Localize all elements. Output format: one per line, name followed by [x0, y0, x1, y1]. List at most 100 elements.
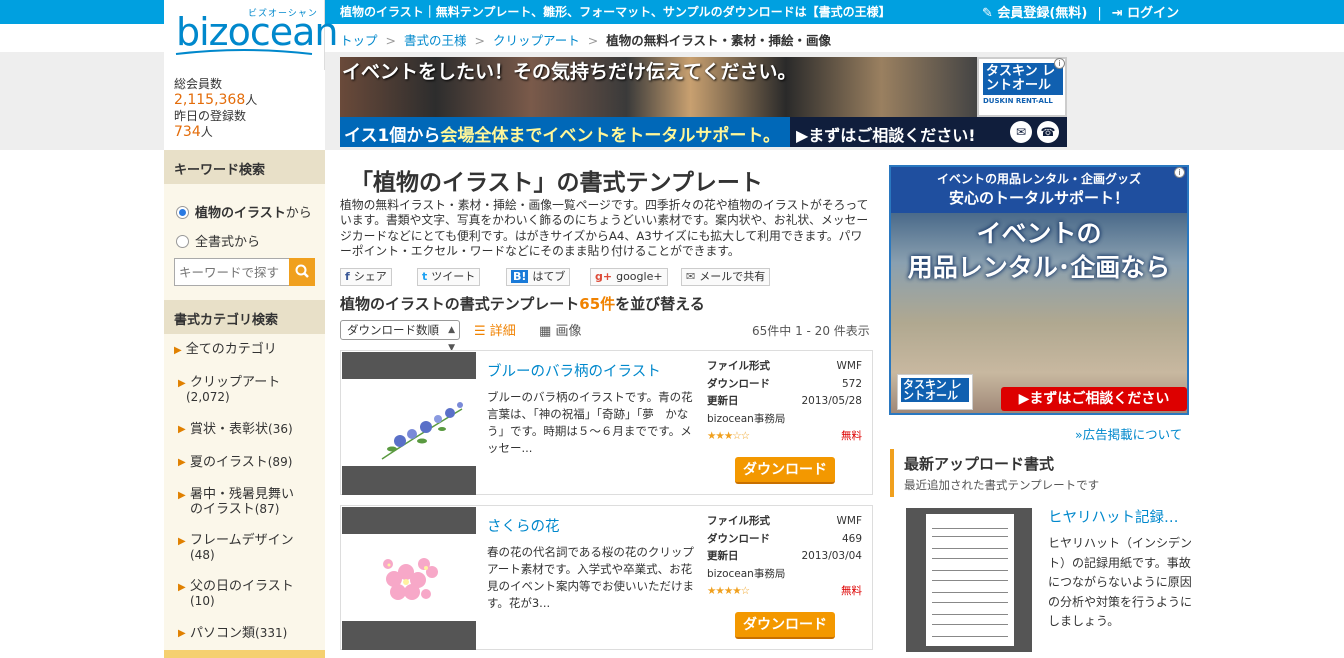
template-card: さくらの花 春の花の代名詞である桜の花のクリップアート素材です。入学式や卒業式、… — [340, 505, 873, 650]
hatena-icon: B! — [511, 270, 529, 283]
share-facebook-button[interactable]: f シェア — [340, 268, 392, 286]
phone-icon: ☎ — [1037, 121, 1059, 143]
arrow-right-icon: ▶ — [178, 490, 186, 501]
search-icon — [295, 264, 309, 278]
login-link[interactable]: ⇥ ログイン — [1112, 6, 1179, 21]
arrow-right-icon: ▶ — [178, 378, 186, 389]
mail-icon: ✉ — [686, 270, 696, 283]
mail-icon: ✉ — [1010, 121, 1032, 143]
latest-subtitle: 最近追加された書式テンプレートです — [904, 478, 1100, 492]
radio-checked-icon — [176, 206, 189, 219]
banner-bar: イス1個から会場全体までイベントをトータルサポート。 — [340, 117, 790, 147]
register-link[interactable]: ✎ 会員登録(無料) — [982, 6, 1087, 21]
share-hatena-button[interactable]: B! はてブ — [506, 268, 571, 286]
site-logo[interactable]: ビズオーシャン bizocean — [164, 0, 339, 70]
auth-separator: | — [1097, 6, 1102, 21]
result-count: 65件 — [579, 295, 616, 313]
radio-all[interactable]: 全書式から — [176, 231, 260, 250]
google-plus-icon: g+ — [595, 270, 613, 283]
arrow-right-icon: ▶ — [178, 457, 186, 468]
download-count: 572 — [841, 377, 862, 390]
share-google-button[interactable]: g+ google+ — [590, 268, 668, 286]
yesterday-value: 734 — [174, 124, 201, 140]
grid-icon: ▦ — [539, 324, 552, 339]
file-format: WMF — [836, 515, 862, 527]
arrow-right-icon: ▶ — [174, 345, 182, 356]
total-unit: 人 — [245, 93, 258, 107]
arrow-right-icon: ▶ — [178, 582, 186, 593]
category-summer[interactable]: ▶ 夏のイラスト(89) — [176, 455, 326, 470]
ad-info-link[interactable]: »広告掲載について — [1075, 424, 1182, 443]
page-title: 「植物のイラスト」の書式テンプレート — [350, 170, 763, 196]
search-button[interactable] — [289, 258, 315, 286]
download-button[interactable]: ダウンロード — [735, 457, 835, 484]
author: bizocean事務局 — [707, 567, 786, 580]
category-search-head: 書式カテゴリ検索 — [164, 300, 325, 334]
auth-links: ✎ 会員登録(無料) | ⇥ ログイン — [982, 2, 1179, 21]
share-mail-button[interactable]: ✉ メールで共有 — [681, 268, 771, 286]
breadcrumb-clipart[interactable]: クリップアート — [493, 33, 580, 48]
category-fathers-day[interactable]: ▶ 父の日のイラスト (10) — [176, 580, 326, 609]
category-frame[interactable]: ▶ フレームデザイン (48) — [176, 534, 326, 563]
arrow-right-icon: ▶ — [178, 424, 186, 435]
result-range: 65件中 1 - 20 件表示 — [752, 324, 870, 338]
category-award[interactable]: ▶ 賞状・表彰状(36) — [176, 422, 326, 437]
template-description: 春の花の代名詞である桜の花のクリップアート素材です。入学式や卒業式、お花見のイベ… — [487, 545, 694, 610]
price-badge: 無料 — [841, 430, 862, 442]
sort-select[interactable]: ダウンロード数順 ▲ ▼ — [340, 320, 460, 353]
view-detail-toggle[interactable]: ☰ 詳細 — [474, 320, 516, 339]
template-name[interactable]: ブルーのバラ柄のイラスト — [487, 360, 661, 381]
total-members-label: 総会員数 — [174, 77, 223, 91]
template-description: ブルーのバラ柄のイラストです。青の花言葉は、「神の祝福」「奇跡」「夢 かなう」で… — [487, 390, 693, 455]
star-rating-icon: ★★★★☆ — [707, 585, 750, 597]
yesterday-label: 昨日の登録数 — [174, 109, 247, 123]
updated-date: 2013/03/04 — [801, 550, 862, 562]
page-description: 植物の無料イラスト・素材・挿絵・画像一覧ページです。四季折々の花や植物のイラスト… — [340, 198, 869, 258]
sort-title: 植物のイラストの書式テンプレート65件を並び替える — [340, 295, 705, 313]
ad-info-icon[interactable]: i — [1174, 167, 1185, 178]
template-card: ブルーのバラ柄のイラスト ブルーのバラ柄のイラストです。青の花言葉は、「神の祝福… — [340, 350, 873, 495]
radio-this-category[interactable]: 植物のイラストから — [176, 202, 312, 221]
latest-title: 最新アップロード書式 — [904, 455, 1055, 473]
latest-template-name[interactable]: ヒヤリハット記録… — [1048, 506, 1179, 527]
sakura-illustration — [383, 558, 438, 600]
total-members-value: 2,115,368 — [174, 92, 246, 108]
ad-info-icon[interactable]: i — [1054, 58, 1065, 69]
file-format: WMF — [836, 360, 862, 372]
header-tagline: 植物のイラスト｜無料テンプレート、雛形、フォーマット、サンプルのダウンロードは【… — [340, 5, 891, 19]
top-ad-banner[interactable]: イベントをしたい！その気持ちだけ伝えてください。 イス1個から会場全体までイベン… — [340, 57, 1067, 147]
category-all[interactable]: ▶ 全てのカテゴリ — [174, 343, 324, 358]
breadcrumb-top[interactable]: トップ — [340, 33, 378, 48]
facebook-icon: f — [345, 270, 350, 283]
member-stats: 総会員数 2,115,368人 昨日の登録数 734人 — [164, 70, 325, 150]
logo-swoosh-icon — [175, 49, 313, 55]
latest-uploads-head: 最新アップロード書式 最近追加された書式テンプレートです — [890, 449, 1190, 497]
keyword-search-head: キーワード検索 — [164, 150, 325, 184]
arrow-right-icon: ▶ — [178, 628, 186, 639]
view-image-toggle[interactable]: ▦ 画像 — [539, 320, 581, 339]
breadcrumb: トップ > 書式の王様 > クリップアート > 植物の無料イラスト・素材・挿絵・画像 — [340, 33, 832, 48]
template-name[interactable]: さくらの花 — [487, 515, 560, 536]
radio-unchecked-icon — [176, 235, 189, 248]
list-icon: ☰ — [474, 324, 486, 339]
side-ad-banner[interactable]: イベントの用品レンタル・企画グッズ 安心のトータルサポート！ イベントの 用品レンタ… — [889, 165, 1189, 415]
ad-cta: ▶まずはご相談ください — [1001, 387, 1187, 411]
category-clipart[interactable]: ▶ クリップアート (2,072) — [176, 376, 326, 405]
keyword-search-input[interactable] — [174, 258, 290, 286]
sidebar-bottom-strip — [164, 650, 325, 658]
template-thumbnail[interactable] — [342, 352, 476, 495]
share-twitter-button[interactable]: t ツイート — [417, 268, 481, 286]
category-pc[interactable]: ▶ パソコン類(331) — [176, 626, 326, 641]
template-thumbnail[interactable] — [342, 507, 476, 650]
price-badge: 無料 — [841, 585, 862, 597]
updated-date: 2013/05/28 — [801, 395, 862, 407]
arrow-right-icon: ▶ — [178, 536, 186, 547]
ad-top-band: イベントの用品レンタル・企画グッズ 安心のトータルサポート！ — [891, 167, 1187, 213]
download-button[interactable]: ダウンロード — [735, 612, 835, 639]
breadcrumb-shoshiki[interactable]: 書式の王様 — [404, 33, 467, 48]
category-greeting[interactable]: ▶ 暑中・残暑見舞いのイラスト(87) — [176, 488, 326, 517]
latest-thumbnail[interactable] — [906, 508, 1032, 652]
ad-logo: タスキン レントオール — [897, 374, 973, 410]
download-count: 469 — [841, 532, 862, 545]
template-meta: ファイル形式 WMF ダウンロード 572 更新日 2013/05/28 bizoce… — [707, 358, 862, 446]
